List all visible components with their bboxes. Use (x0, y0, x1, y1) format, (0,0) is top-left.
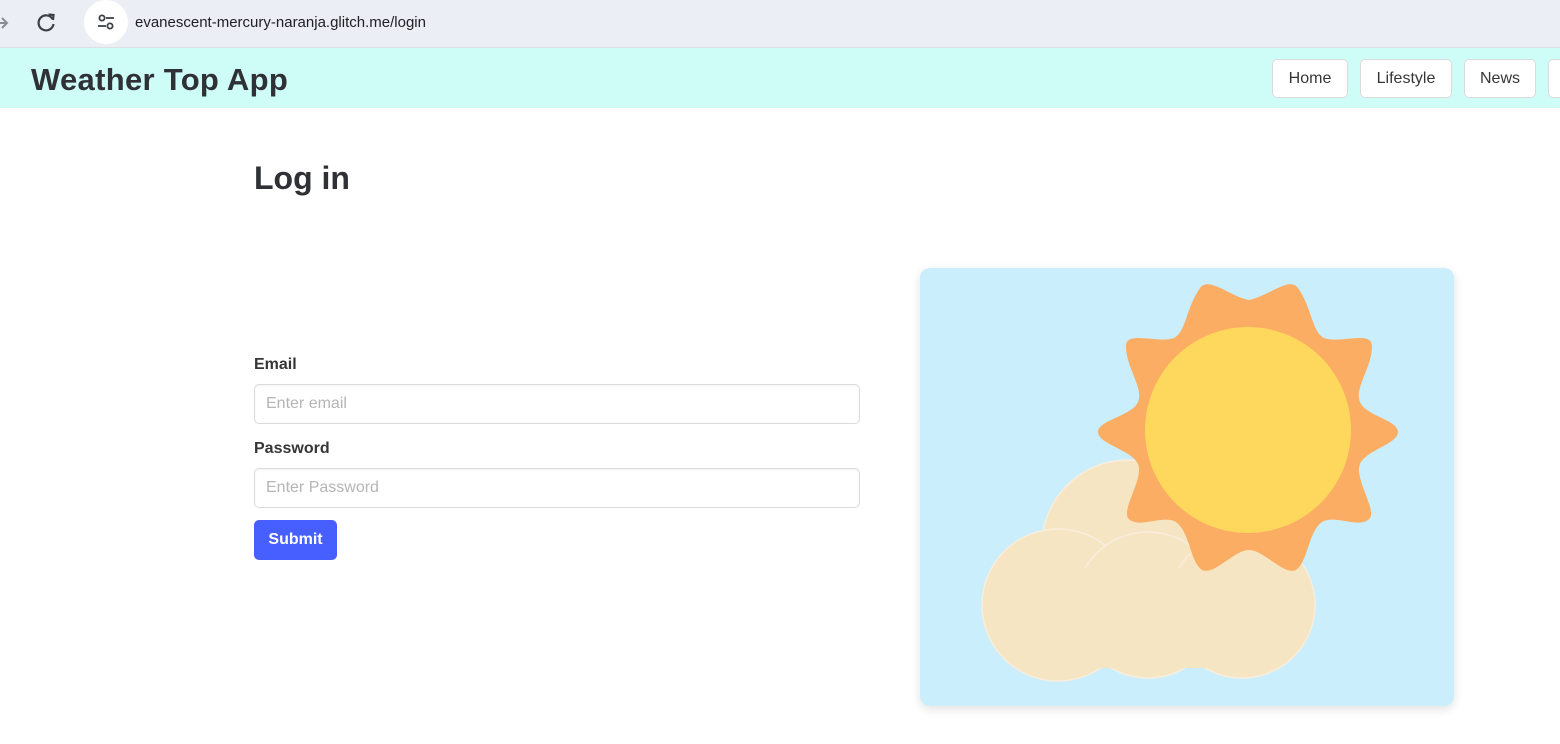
reload-icon[interactable] (34, 11, 58, 35)
brand-title[interactable]: Weather Top App (31, 62, 288, 98)
navbar: Weather Top App Home Lifestyle News (0, 48, 1560, 108)
password-field[interactable] (254, 468, 860, 508)
tune-icon (98, 14, 114, 30)
nav-more-button[interactable] (1548, 59, 1560, 98)
back-arrow-icon[interactable] (0, 12, 12, 34)
password-label: Password (254, 440, 330, 457)
browser-toolbar: evanescent-mercury-naranja.glitch.me/log… (0, 0, 1560, 48)
weather-illustration-card (920, 268, 1454, 706)
submit-button[interactable]: Submit (254, 520, 337, 560)
sun-core-shape (1145, 327, 1351, 533)
address-bar-url[interactable]: evanescent-mercury-naranja.glitch.me/log… (135, 14, 426, 31)
nav-news-button[interactable]: News (1464, 59, 1536, 98)
nav-home-button[interactable]: Home (1272, 59, 1348, 98)
sun-behind-cloud-icon (981, 284, 1398, 682)
email-field[interactable] (254, 384, 860, 424)
nav-lifestyle-button[interactable]: Lifestyle (1360, 59, 1452, 98)
site-info-button[interactable] (84, 0, 128, 44)
page-title: Log in (254, 160, 350, 196)
email-label: Email (254, 356, 297, 373)
